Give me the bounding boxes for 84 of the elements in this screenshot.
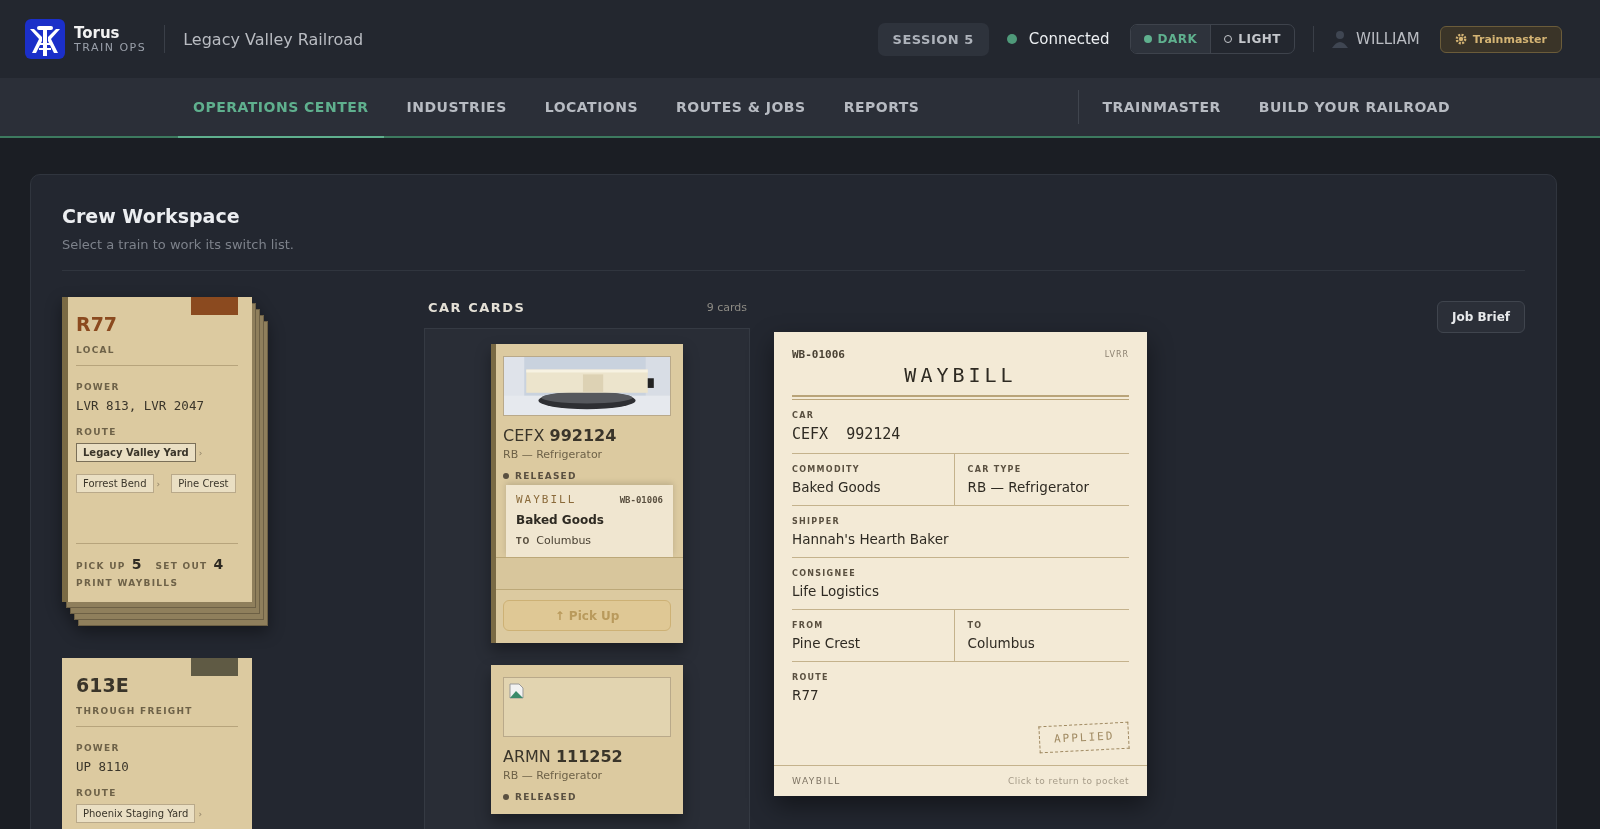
train-type: THROUGH FREIGHT: [76, 706, 194, 716]
railroad-name: Legacy Valley Railroad: [183, 29, 364, 49]
nav-tab[interactable]: REPORTS: [828, 78, 935, 138]
power-label: POWER: [76, 382, 121, 392]
car-number: CEFX 992124: [503, 426, 618, 445]
connection-status: Connected: [1028, 30, 1110, 48]
nav-tab[interactable]: LOCATIONS: [529, 78, 654, 138]
car-card[interactable]: CEFX 992124 RB — Refrigerator RELEASED WAYBILL WB-01006 Baked Goods TO Columbus ↑ Pick Up: [491, 344, 683, 643]
train-id: R77: [76, 313, 119, 335]
page-subtitle: Select a train to work its switch list.: [62, 237, 295, 252]
route-stop: Phoenix Staging Yard: [76, 804, 196, 823]
route-separator: ›: [156, 478, 161, 489]
user-icon: [1332, 30, 1349, 48]
destination: TO Columbus: [516, 534, 593, 547]
nav-tab[interactable]: INDUSTRIES: [391, 78, 522, 138]
railroad-mark: LVRR: [1104, 350, 1129, 359]
field-label: COMMODITY: [792, 465, 861, 474]
route-label: ROUTE: [76, 427, 118, 437]
field-value: RB — Refrigerator: [967, 479, 1091, 495]
theme-toggle-button[interactable]: LIGHT: [1210, 25, 1295, 53]
route-label: ROUTE: [76, 788, 118, 798]
pick-up-count: 5: [131, 556, 142, 572]
waybill-card[interactable]: [774, 332, 1147, 796]
card-count: 9 cards: [706, 301, 747, 314]
set-out-label: SET OUT: [155, 561, 208, 571]
field-value: Pine Crest: [792, 635, 862, 651]
field-value: Hannah's Hearth Baker: [792, 531, 950, 547]
car-status: RELEASED: [503, 792, 671, 802]
car-status: RELEASED: [503, 471, 671, 481]
route-stop: Pine Crest: [171, 474, 236, 493]
user-name: WILLIAM: [1356, 30, 1420, 48]
pick-up-label: PICK UP: [76, 561, 126, 571]
field-label: FROM: [792, 621, 825, 630]
field-label: CONSIGNEE: [792, 569, 857, 578]
field-label: TO: [967, 621, 984, 630]
nav-tab[interactable]: TRAINMASTER: [1087, 78, 1236, 138]
logo-icon: [25, 19, 65, 59]
brand-subtitle: TRAIN OPS: [74, 40, 147, 54]
train-card[interactable]: 613E THROUGH FREIGHT POWER UP 8110 ROUTE Phoenix Staging Yard ›: [62, 658, 252, 829]
trainmaster-button[interactable]: Trainmaster: [1439, 25, 1562, 53]
nav-tab[interactable]: BUILD YOUR RAILROAD: [1243, 78, 1465, 138]
route-separator: ›: [198, 447, 203, 458]
field-value: R77: [792, 687, 820, 703]
nav-tab[interactable]: OPERATIONS CENTER: [178, 78, 384, 138]
field-value: CEFX 992124: [792, 425, 902, 443]
footer-label: WAYBILL: [792, 776, 841, 786]
train-card[interactable]: R77 LOCAL POWER LVR 813, LVR 2047 ROUTE Legacy Valley Yard › Forrest Bend › Pine Crest PICK UP 5 SET OUT 4 PRINT WAYBILLS: [62, 297, 252, 602]
brand-name: Torus: [74, 24, 121, 41]
route-stop: Forrest Bend: [76, 474, 154, 493]
job-brief-button[interactable]: Job Brief: [1437, 301, 1525, 333]
field-value: Baked Goods: [792, 479, 882, 495]
waybill-title: WAYBILL: [904, 363, 1017, 387]
train-id: 613E: [76, 674, 130, 696]
car-card[interactable]: ARMN 111252 RB — Refrigerator RELEASED: [491, 665, 683, 814]
train-type: LOCAL: [76, 345, 116, 355]
car-type: RB — Refrigerator: [503, 769, 604, 782]
waybill-label: WAYBILL: [516, 493, 577, 506]
waybill-id: WB-01006: [619, 494, 663, 505]
power-label: POWER: [76, 743, 121, 753]
field-value: Columbus: [967, 635, 1036, 651]
route-separator: ›: [198, 808, 202, 819]
field-label: CAR TYPE: [967, 465, 1023, 474]
section-title: CAR CARDS: [428, 300, 526, 315]
nav-tab[interactable]: ROUTES & JOBS: [661, 78, 821, 138]
field-label: CAR: [792, 411, 816, 420]
footer-hint: Click to return to pocket: [1007, 776, 1129, 786]
commodity: Baked Goods: [516, 513, 605, 527]
field-label: ROUTE: [792, 673, 830, 682]
field-value: Life Logistics: [792, 583, 881, 599]
power-value: UP 8110: [76, 759, 130, 774]
broken-image-icon: [509, 683, 525, 699]
car-type: RB — Refrigerator: [503, 448, 604, 461]
set-out-count: 4: [213, 556, 224, 572]
print-waybills-link[interactable]: PRINT WAYBILLS: [76, 578, 238, 588]
route-stop: Legacy Valley Yard: [76, 443, 196, 462]
gear-icon: [1454, 33, 1467, 45]
waybill-id: WB-01006: [792, 348, 845, 361]
page-title: Crew Workspace: [62, 205, 241, 227]
theme-toggle-button[interactable]: DARK: [1130, 25, 1211, 53]
power-value: LVR 813, LVR 2047: [76, 398, 205, 413]
car-number: ARMN 111252: [503, 747, 624, 766]
waybill-peek[interactable]: WAYBILL WB-01006 Baked Goods TO Columbus: [506, 485, 673, 557]
field-label: SHIPPER: [792, 517, 841, 526]
session-chip: SESSION 5: [877, 22, 989, 56]
